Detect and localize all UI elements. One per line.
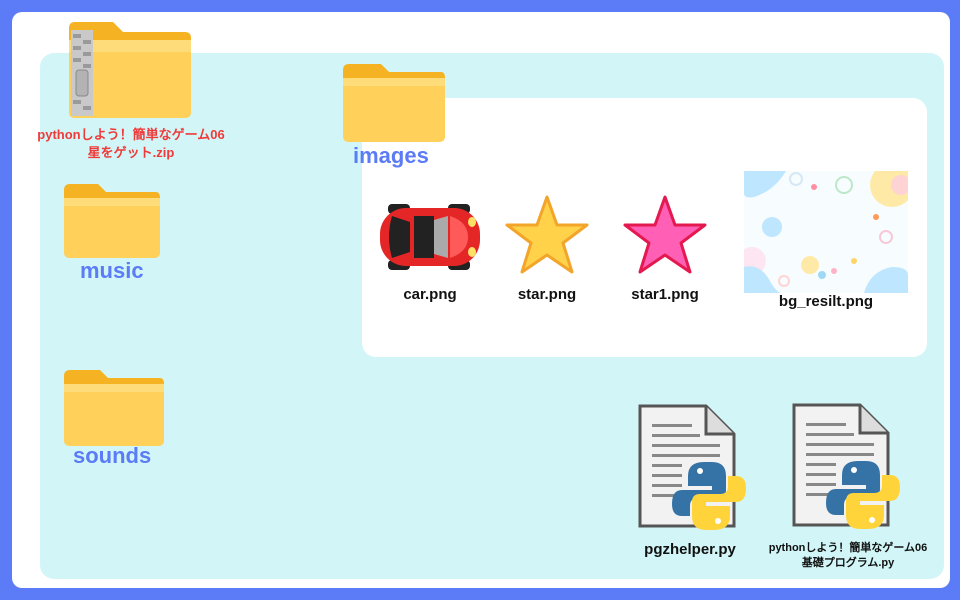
star-icon: [623, 195, 707, 274]
image-thumbnail-icon: [744, 171, 908, 293]
pgzhelper-file[interactable]: [638, 404, 750, 532]
base-program-file[interactable]: [792, 403, 904, 531]
sounds-folder[interactable]: [62, 368, 166, 448]
folder-icon: [64, 184, 160, 258]
music-folder[interactable]: [62, 182, 162, 260]
pgzhelper-file-label: pgzhelper.py: [644, 541, 736, 558]
python-file-icon: [792, 403, 900, 529]
folder-icon: [343, 64, 445, 142]
star1-image-label: star1.png: [631, 286, 699, 303]
images-folder[interactable]: [341, 62, 447, 144]
base-program-file-label: pythonしよう！簡単なゲーム06 基礎プログラム.py: [768, 542, 928, 569]
zip-file-label: pythonしよう！簡単なゲーム06 星をゲット.zip: [37, 127, 225, 160]
star-icon: [505, 195, 589, 274]
bg-image-file[interactable]: [744, 171, 908, 293]
car-image-label: car.png: [403, 286, 457, 303]
folder-icon: [64, 370, 164, 446]
zip-folder-icon: [69, 22, 191, 118]
star1-image-file[interactable]: [622, 194, 708, 276]
music-folder-label: music: [80, 258, 144, 283]
python-file-icon: [638, 404, 746, 530]
zip-file[interactable]: [67, 20, 193, 120]
car-image-file[interactable]: [378, 202, 482, 272]
sounds-folder-label: sounds: [73, 443, 152, 468]
star-image-label: star.png: [517, 286, 577, 303]
bg-image-label: bg_resilt.png: [778, 293, 874, 310]
star-image-file[interactable]: [504, 194, 590, 276]
car-icon: [380, 204, 480, 270]
images-folder-label: images: [353, 143, 429, 168]
